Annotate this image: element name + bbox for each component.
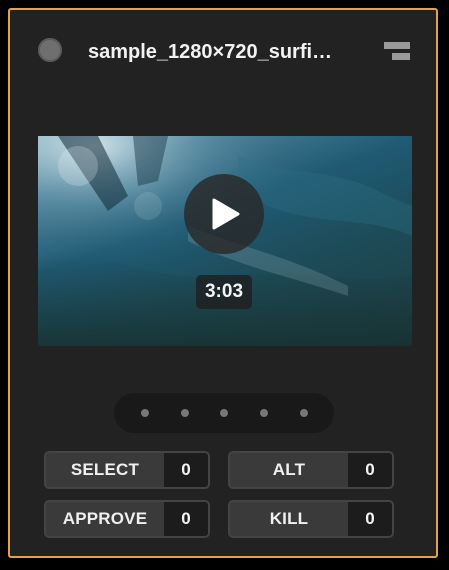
play-icon (212, 198, 240, 230)
play-button[interactable] (184, 174, 264, 254)
counter-label: APPROVE (62, 509, 148, 528)
alt-counter-button[interactable]: ALT 0 (228, 451, 394, 489)
approve-counter-button[interactable]: APPROVE 0 (44, 500, 210, 538)
pager-dot[interactable] (141, 409, 149, 417)
kill-counter-button[interactable]: KILL 0 (228, 500, 394, 538)
pager (114, 393, 334, 433)
pager-dot[interactable] (260, 409, 268, 417)
media-card: sample_1280×720_surfi… 3:03 SELECT 0 ALT… (8, 8, 438, 558)
counter-value: 0 (348, 502, 392, 536)
select-counter-button[interactable]: SELECT 0 (44, 451, 210, 489)
pager-dot[interactable] (300, 409, 308, 417)
duration-badge: 3:03 (196, 275, 252, 309)
media-title: sample_1280×720_surfi… (88, 41, 333, 63)
pager-dot[interactable] (220, 409, 228, 417)
video-thumbnail[interactable]: 3:03 (38, 136, 412, 346)
status-dot-icon[interactable] (38, 38, 62, 62)
counter-value: 0 (164, 453, 208, 487)
pager-dot[interactable] (181, 409, 189, 417)
counter-value: 0 (164, 502, 208, 536)
counter-label: KILL (269, 509, 309, 528)
counter-value: 0 (348, 453, 392, 487)
stack-menu-icon[interactable] (382, 40, 412, 62)
counter-label: ALT (272, 460, 306, 479)
counter-label: SELECT (70, 460, 140, 479)
